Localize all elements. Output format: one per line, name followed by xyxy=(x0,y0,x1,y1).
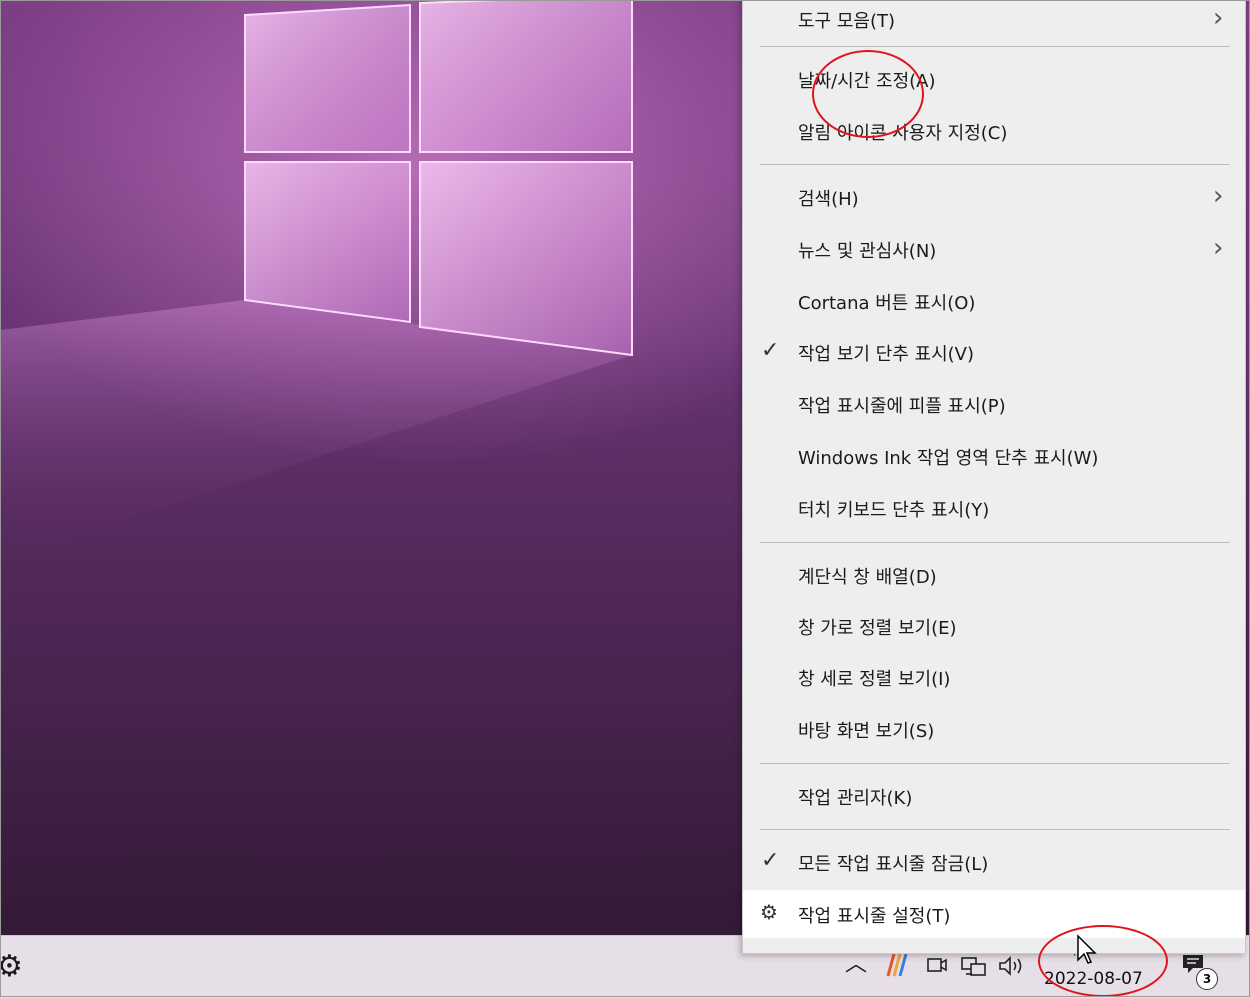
menu-item-label: 검색(H) xyxy=(798,189,859,210)
mouse-cursor-icon xyxy=(1077,934,1097,964)
menu-item-task-manager[interactable]: 작업 관리자(K) xyxy=(743,772,1245,820)
annotation-circle-date-time xyxy=(812,50,924,138)
menu-separator xyxy=(760,542,1230,543)
chevron-up-icon[interactable]: ︿ xyxy=(845,954,867,976)
network-icon[interactable] xyxy=(960,954,988,985)
checkmark-icon: ✓ xyxy=(761,338,780,363)
notification-badge: 3 xyxy=(1196,968,1218,990)
menu-item-search[interactable]: 검색(H) › xyxy=(743,173,1245,221)
settings-icon[interactable]: ⚙ xyxy=(0,952,23,982)
menu-item-show-cortana-button[interactable]: Cortana 버튼 표시(O) xyxy=(743,277,1245,325)
menu-item-label: 작업 표시줄 설정(T) xyxy=(798,906,951,927)
menu-item-label: 창 가로 정렬 보기(E) xyxy=(798,618,957,639)
annotation-circle-clock xyxy=(1038,925,1168,997)
menu-separator xyxy=(760,164,1230,165)
menu-item-show-people[interactable]: 작업 표시줄에 피플 표시(P) xyxy=(743,380,1245,428)
chevron-right-icon: › xyxy=(1213,233,1224,263)
taskbar-context-menu: 도구 모음(T) › 날짜/시간 조정(A) 알림 아이콘 사용자 지정(C) … xyxy=(742,0,1246,954)
gear-icon: ⚙ xyxy=(760,900,778,924)
menu-item-show-task-view-button[interactable]: ✓ 작업 보기 단추 표시(V) xyxy=(743,328,1245,376)
menu-separator xyxy=(760,763,1230,764)
menu-item-label: 작업 보기 단추 표시(V) xyxy=(798,344,975,365)
menu-item-toolbars[interactable]: 도구 모음(T) › xyxy=(743,0,1245,43)
menu-separator xyxy=(760,46,1230,47)
menu-item-label: Cortana 버튼 표시(O) xyxy=(798,293,976,314)
menu-item-taskbar-settings[interactable]: ⚙ 작업 표시줄 설정(T) xyxy=(743,890,1245,938)
checkmark-icon: ✓ xyxy=(761,848,780,873)
menu-item-label: 모든 작업 표시줄 잠금(L) xyxy=(798,854,989,875)
chevron-right-icon: › xyxy=(1213,3,1224,33)
chevron-right-icon: › xyxy=(1213,181,1224,211)
menu-item-cascade-windows[interactable]: 계단식 창 배열(D) xyxy=(743,551,1245,599)
menu-item-side-by-side[interactable]: 창 세로 정렬 보기(I) xyxy=(743,653,1245,701)
menu-item-label: 계단식 창 배열(D) xyxy=(798,567,937,588)
menu-item-stack-windows[interactable]: 창 가로 정렬 보기(E) xyxy=(743,602,1245,650)
menu-item-label: 도구 모음(T) xyxy=(798,11,896,32)
menu-item-label: 작업 표시줄에 피플 표시(P) xyxy=(798,396,1006,417)
menu-item-label: 뉴스 및 관심사(N) xyxy=(798,241,937,262)
menu-item-lock-taskbar[interactable]: ✓ 모든 작업 표시줄 잠금(L) xyxy=(743,838,1245,886)
menu-item-label: 창 세로 정렬 보기(I) xyxy=(798,669,951,690)
menu-item-label: 터치 키보드 단추 표시(Y) xyxy=(798,500,990,521)
menu-item-show-windows-ink[interactable]: Windows Ink 작업 영역 단추 표시(W) xyxy=(743,432,1245,480)
volume-icon[interactable] xyxy=(997,954,1027,983)
menu-item-label: 바탕 화면 보기(S) xyxy=(798,721,935,742)
menu-item-show-touch-keyboard[interactable]: 터치 키보드 단추 표시(Y) xyxy=(743,484,1245,532)
meet-now-icon[interactable] xyxy=(925,954,949,983)
menu-separator xyxy=(760,829,1230,830)
menu-item-label: 작업 관리자(K) xyxy=(798,788,913,809)
menu-item-label: Windows Ink 작업 영역 단추 표시(W) xyxy=(798,448,1099,469)
menu-item-news-interests[interactable]: 뉴스 및 관심사(N) › xyxy=(743,225,1245,273)
menu-item-show-desktop[interactable]: 바탕 화면 보기(S) xyxy=(743,705,1245,753)
app-icon[interactable] xyxy=(884,950,910,983)
